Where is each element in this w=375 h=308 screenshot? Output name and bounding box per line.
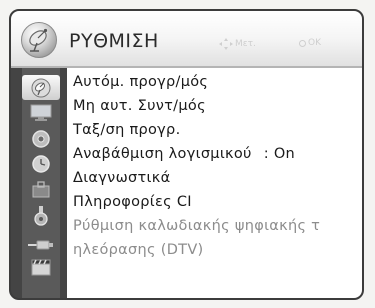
ok-hint-label: OK (308, 38, 321, 48)
dtv-clapboard-icon[interactable] (25, 256, 57, 278)
menu-item-label: Αναβάθμιση λογισμικού (73, 146, 252, 162)
lock-box-icon[interactable] (25, 179, 57, 201)
menu-item-manual-tuning[interactable]: Μη αυτ. Συντ/μός (73, 98, 206, 120)
category-setup-icon[interactable] (22, 75, 60, 100)
navigation-arrows-icon (219, 38, 233, 50)
clock-icon[interactable] (25, 153, 57, 175)
satellite-dish-icon (21, 22, 57, 58)
menu-item-dtv-cable-setup: Ρύθμιση καλωδιακής ψηφιακής τ (73, 218, 320, 240)
move-hint: Μετ. (219, 38, 256, 50)
menu-item-software-update[interactable]: Αναβάθμιση λογισμικού : On (73, 146, 295, 168)
menu-item-auto-tuning[interactable]: Αυτόμ. προγρ/μός (73, 74, 208, 96)
menu-item-ci-information[interactable]: Πληροφορίες CI (73, 194, 192, 216)
menu-item-label: Πληροφορίες CI (73, 194, 192, 210)
ci-card-icon[interactable] (25, 205, 57, 227)
move-hint-label: Μετ. (235, 39, 256, 49)
menu-items-list: Αυτόμ. προγρ/μός Μη αυτ. Συντ/μός Ταξ/ση… (67, 68, 362, 298)
monitor-icon[interactable] (25, 102, 57, 124)
sort-dial-icon[interactable] (25, 128, 57, 150)
menu-item-programme-edit[interactable]: Ταξ/ση προγρ. (73, 122, 180, 144)
menu-item-label: Διαγνωστικά (73, 170, 171, 186)
menu-item-label: Ρύθμιση καλωδιακής ψηφιακής τ (73, 218, 321, 234)
category-icon-column (22, 68, 60, 298)
menu-item-label: ηλεόρασης (DTV) (73, 242, 204, 258)
menu-item-label: Ταξ/ση προγρ. (73, 122, 181, 138)
menu-item-dtv-cable-setup-continued: ηλεόρασης (DTV) (73, 242, 204, 264)
page-title: ΡΥΘΜΙΣΗ (69, 30, 159, 52)
menu-item-label: Αυτόμ. προγρ/μός (73, 74, 209, 90)
menu-item-diagnostics[interactable]: Διαγνωστικά (73, 170, 170, 192)
ok-hint: OK (299, 38, 321, 48)
menu-header: ΡΥΘΜΙΣΗ Μετ. OK (11, 11, 362, 68)
setup-menu-panel: ΡΥΘΜΙΣΗ Μετ. OK Αυτόμ. προγρ/μός Μη αυτ.… (9, 9, 364, 300)
menu-item-label: Μη αυτ. Συντ/μός (73, 98, 206, 114)
ok-button-icon (299, 39, 306, 47)
software-update-value: : On (263, 146, 296, 162)
cable-plug-icon[interactable] (25, 231, 57, 253)
